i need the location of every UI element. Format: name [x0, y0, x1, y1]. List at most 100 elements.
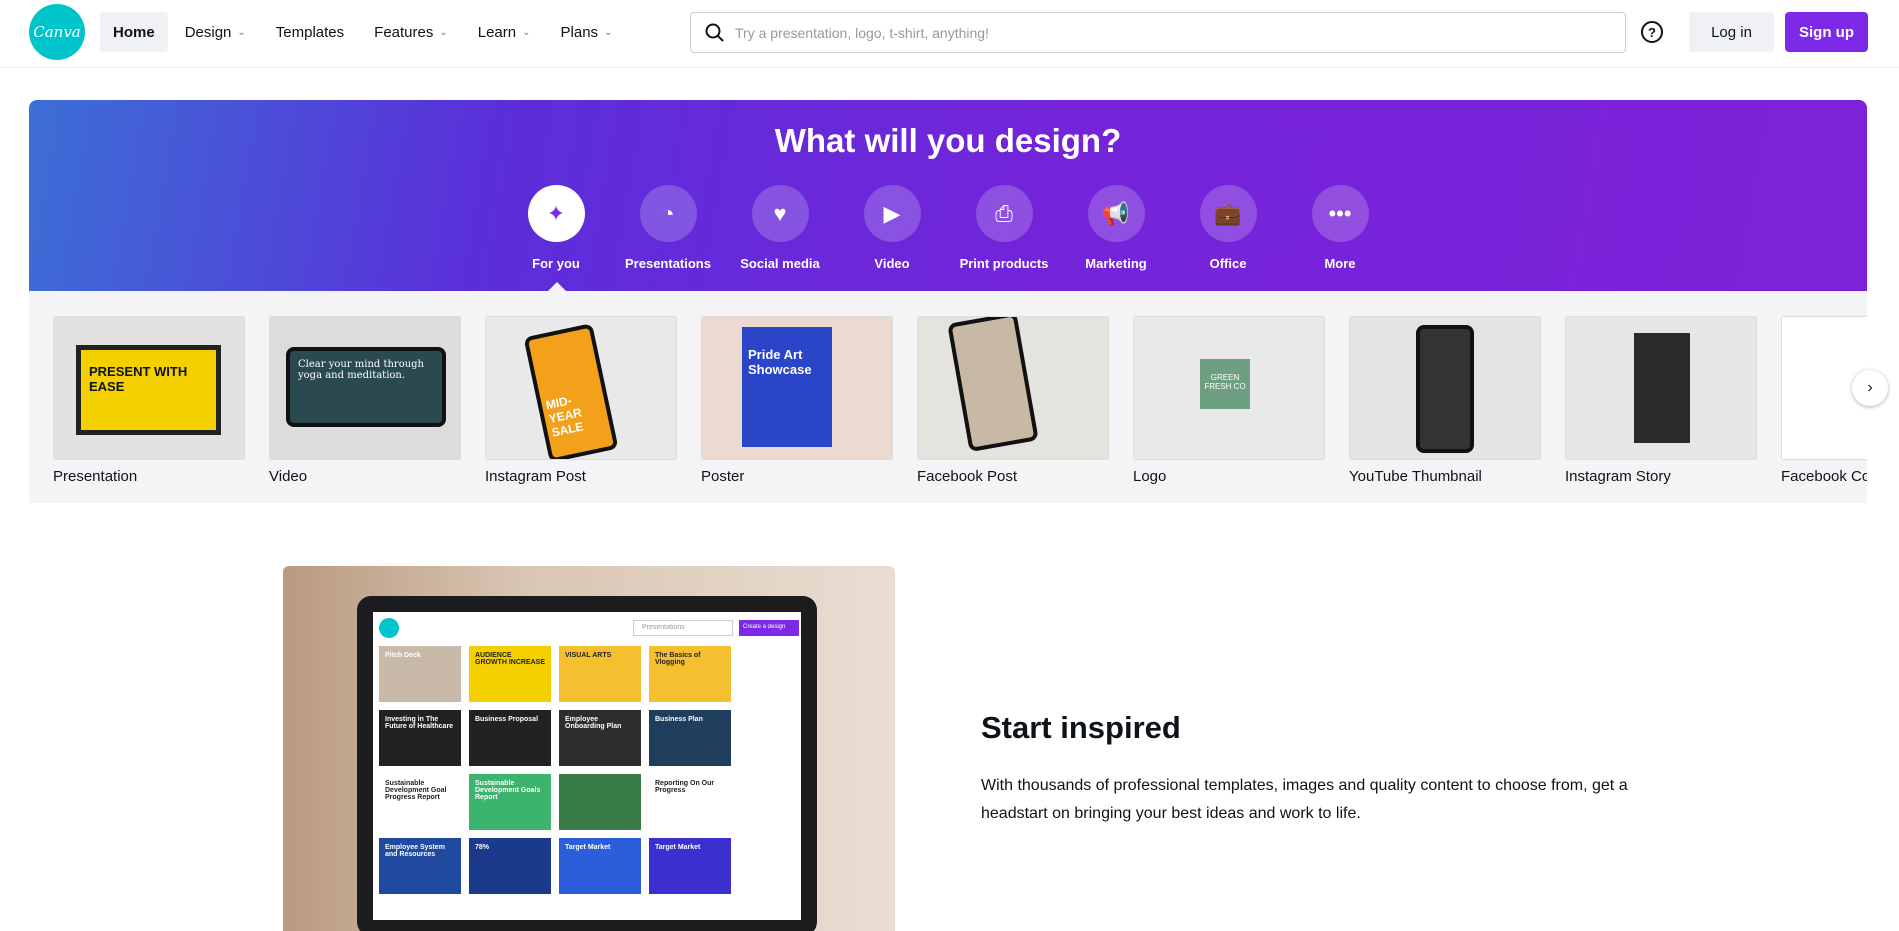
chevron-down-icon: ⌄ [237, 26, 246, 38]
thumbnail: GREEN FRESH CO [1133, 316, 1325, 460]
thumbnail: Pride Art Showcase [701, 316, 893, 460]
template-tile: Target Market [649, 838, 731, 894]
chevron-down-icon: ⌄ [522, 26, 531, 38]
thumbnail: PRESENT WITH EASE [53, 316, 245, 460]
template-tile: Target Market [559, 838, 641, 894]
design-card-video[interactable]: Clear your mind through yoga and meditat… [269, 316, 461, 485]
design-card-youtube-thumbnail[interactable]: YouTube Thumbnail [1349, 316, 1541, 485]
card-label: Presentation [53, 468, 138, 485]
screen-create-button: Create a design [739, 620, 799, 636]
thumbnail: MID-YEAR SALE [485, 316, 677, 460]
nav-features-label: Features [374, 23, 434, 41]
hero-banner: What will you design? ✦ For you ◔ Presenta… [29, 100, 1867, 291]
category-marketing[interactable]: 📢 Marketing [1056, 185, 1176, 271]
category-label: More [1324, 256, 1356, 271]
template-tile: Business Proposal [469, 710, 551, 766]
login-button[interactable]: Log in [1689, 12, 1774, 52]
nav-features[interactable]: Features ⌄ [361, 12, 461, 52]
nav-home-label: Home [113, 23, 155, 41]
nav-home[interactable]: Home [100, 12, 168, 52]
design-types-carousel: PRESENT WITH EASE Presentation Clear your… [29, 291, 1867, 503]
design-card-poster[interactable]: Pride Art Showcase Poster [701, 316, 893, 485]
more-icon: ••• [1311, 185, 1369, 242]
category-label: Office [1209, 256, 1247, 271]
thumb-text: MID-YEAR SALE [523, 323, 619, 459]
category-label: Print products [959, 256, 1049, 271]
chevron-down-icon: ⌄ [439, 26, 448, 38]
template-tile: Business Plan [649, 710, 731, 766]
nav-design[interactable]: Design ⌄ [172, 12, 259, 52]
design-card-instagram-post[interactable]: MID-YEAR SALE Instagram Post [485, 316, 677, 485]
category-for-you[interactable]: ✦ For you [496, 185, 616, 271]
template-tile: Employee System and Resources [379, 838, 461, 894]
category-print-products[interactable]: ⎙ Print products [944, 185, 1064, 271]
video-icon: ▶ [863, 185, 921, 242]
thumb-text: GREEN FRESH CO [1200, 359, 1250, 409]
template-tile: Employee Onboarding Plan [559, 710, 641, 766]
template-tile: The Basics of Vlogging [649, 646, 731, 702]
design-card-facebook-cover[interactable]: Facebook Cover [1781, 316, 1867, 485]
template-tile: 78% [469, 838, 551, 894]
help-icon[interactable]: ? [1641, 21, 1663, 43]
search-icon [705, 23, 724, 42]
chevron-down-icon: ⌄ [604, 26, 613, 38]
presentation-icon: ◔ [639, 185, 697, 242]
template-tile: Pitch Deck [379, 646, 461, 702]
nav-design-label: Design [184, 23, 232, 41]
laptop: Presentations Create a design Pitch Deck… [357, 596, 817, 931]
card-label: Facebook Post [917, 468, 1018, 485]
thumb-text: Pride Art Showcase [742, 327, 832, 447]
thumb-text: PRESENT WITH EASE [76, 345, 221, 435]
hero-title: What will you design? [774, 122, 1122, 159]
category-office[interactable]: 💼 Office [1168, 185, 1288, 271]
signup-button[interactable]: Sign up [1785, 12, 1868, 52]
category-social-media[interactable]: ♥ Social media [720, 185, 840, 271]
template-tile: Investing in The Future of Healthcare [379, 710, 461, 766]
template-tile: Sustainable Development Goals Report [469, 774, 551, 830]
card-label: Poster [701, 468, 745, 485]
card-label: Instagram Story [1565, 468, 1671, 485]
search-placeholder: Try a presentation, logo, t-shirt, anyth… [735, 24, 989, 41]
design-card-facebook-post[interactable]: Facebook Post [917, 316, 1109, 485]
category-label: Presentations [625, 256, 711, 271]
nav-plans-label: Plans [560, 23, 599, 41]
section-body: With thousands of professional templates… [981, 777, 1628, 822]
category-label: Social media [740, 256, 820, 271]
nav-learn[interactable]: Learn ⌄ [465, 12, 544, 52]
printer-icon: ⎙ [975, 185, 1033, 242]
template-tile: VISUAL ARTS [559, 646, 641, 702]
card-label: Logo [1133, 468, 1167, 485]
design-card-presentation[interactable]: PRESENT WITH EASE Presentation [53, 316, 245, 485]
promo-image: Presentations Create a design Pitch Deck… [283, 566, 895, 931]
top-nav: Canva Home Design ⌄ Templates Features ⌄ L… [0, 0, 1899, 68]
section-title: Start inspired [981, 710, 1181, 745]
sparkle-icon: ✦ [527, 185, 585, 242]
thumbnail [1349, 316, 1541, 460]
template-tile: Reporting On Our Progress [649, 774, 731, 830]
thumbnail: Clear your mind through yoga and meditat… [269, 316, 461, 460]
category-label: Video [874, 256, 910, 271]
nav-templates-label: Templates [275, 23, 345, 41]
template-tile [559, 774, 641, 830]
search-input[interactable]: Try a presentation, logo, t-shirt, anyth… [690, 12, 1626, 53]
card-label: Facebook Cover [1781, 468, 1867, 485]
canva-logo[interactable]: Canva [29, 4, 85, 60]
category-video[interactable]: ▶ Video [832, 185, 952, 271]
design-card-instagram-story[interactable]: Instagram Story [1565, 316, 1757, 485]
main-menu: Home Design ⌄ Templates Features ⌄ Learn ⌄ … [100, 12, 625, 52]
nav-learn-label: Learn [477, 23, 517, 41]
category-label: Marketing [1085, 256, 1147, 271]
nav-templates[interactable]: Templates [263, 12, 357, 52]
chevron-right-icon: › [1867, 379, 1873, 396]
briefcase-icon: 💼 [1199, 185, 1257, 242]
category-presentations[interactable]: ◔ Presentations [608, 185, 728, 271]
template-tile: Sustainable Development Goal Progress Re… [379, 774, 461, 830]
nav-plans[interactable]: Plans ⌄ [548, 12, 626, 52]
card-label: Video [269, 468, 308, 485]
thumbnail [1565, 316, 1757, 460]
design-card-logo[interactable]: GREEN FRESH CO Logo [1133, 316, 1325, 485]
template-tile: AUDIENCE GROWTH INCREASE [469, 646, 551, 702]
category-more[interactable]: ••• More [1280, 185, 1400, 271]
category-label: For you [532, 256, 580, 271]
carousel-next-button[interactable]: › [1852, 370, 1888, 406]
